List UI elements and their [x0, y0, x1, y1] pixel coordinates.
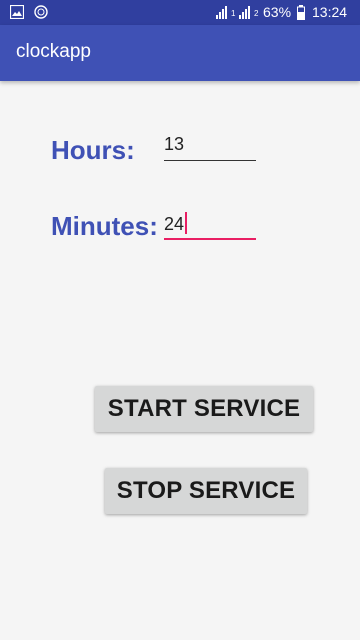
- sim2-label: 2: [254, 9, 259, 18]
- minutes-input[interactable]: 24: [164, 212, 256, 240]
- hours-input[interactable]: 13: [164, 134, 256, 161]
- sim1-label: 1: [231, 9, 236, 18]
- signal-sim2-icon: [239, 5, 255, 24]
- stop-service-button[interactable]: STOP SERVICE: [105, 468, 307, 514]
- hours-label: Hours:: [51, 135, 135, 165]
- status-time: 13:24: [312, 4, 348, 20]
- hours-value: 13: [164, 134, 185, 154]
- status-bar: 1 2 63% 13:24: [0, 0, 360, 25]
- image-icon: [9, 4, 25, 24]
- minutes-value: 24: [164, 214, 185, 234]
- battery-icon: [297, 5, 305, 25]
- start-service-button[interactable]: START SERVICE: [95, 386, 313, 432]
- sync-icon: [34, 5, 48, 24]
- minutes-label: Minutes:: [51, 211, 158, 241]
- app-title: clockapp: [16, 41, 91, 62]
- signal-sim1-icon: [216, 5, 232, 24]
- app-bar: clockapp: [0, 25, 360, 81]
- battery-percent: 63%: [263, 4, 292, 20]
- text-cursor: [185, 212, 188, 234]
